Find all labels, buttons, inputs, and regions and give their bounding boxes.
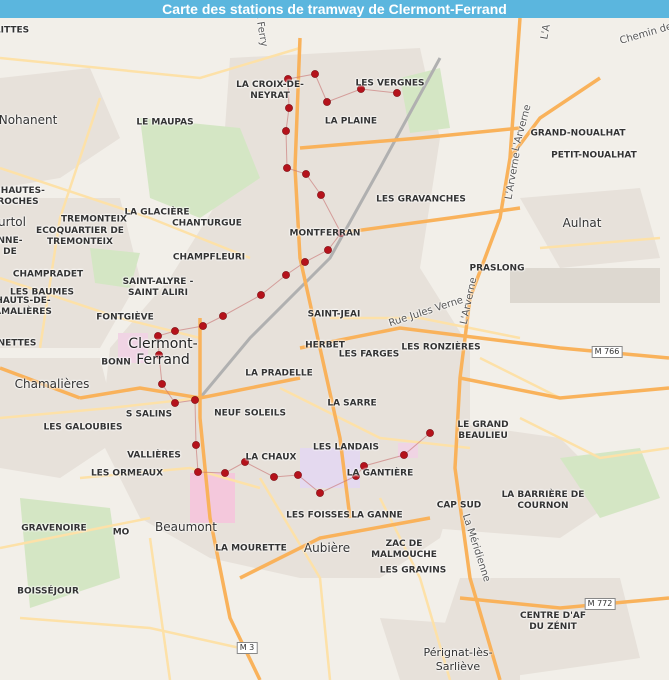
district-label-gravins: LES GRAVINS [379,565,447,576]
district-label-maupas: LE MAUPAS [136,117,194,128]
road-shield-m772: M 772 [584,598,616,610]
district-label-ronzieres: LES RONZIÈRES [401,342,481,353]
district-label-salins: S SALINS [125,409,173,420]
city-label-aubiere: Aubière [303,541,351,555]
tram-station-marker[interactable] [158,380,166,388]
district-label-saint-alyre: SAINT-ALYRE - SAINT ALIRI [122,277,194,298]
city-label-clermont-ferrand: Clermont- Ferrand [128,336,198,368]
tram-station-marker[interactable] [426,429,434,437]
district-label-croix-de-neyrat: LA CROIX-DE- NEYRAT [236,80,304,101]
district-label-champradet: CHAMPRADET [12,269,84,280]
tram-station-marker[interactable] [311,70,319,78]
district-label-littes: LITTES [0,25,30,36]
district-label-boisseujour: BOISSÉJOUR [17,586,79,597]
tram-station-marker[interactable] [283,164,291,172]
tram-station-marker[interactable] [294,471,302,479]
district-label-farges: LES FARGES [338,349,400,360]
district-label-ecoquartier: ECOQUARTIER DE TREMONTEIX [36,226,124,247]
district-label-fontgieve: FONTGIÈVE [96,312,154,323]
district-label-plaine: LA PLAINE [324,116,378,127]
road-shield-m766: M 766 [591,346,623,358]
district-label-grand-beaulieu: LE GRAND BEAULIEU [457,420,509,441]
tram-station-marker[interactable] [282,271,290,279]
tram-station-marker[interactable] [302,170,310,178]
tram-station-marker[interactable] [199,322,207,330]
district-label-pradelle: LA PRADELLE [245,368,313,379]
tram-station-marker[interactable] [194,468,202,476]
tram-station-marker[interactable] [285,104,293,112]
tram-station-marker[interactable] [257,291,265,299]
tram-station-marker[interactable] [221,469,229,477]
tram-station-marker[interactable] [393,89,401,97]
district-label-hautes-roches: S HAUTES- ROCHES [0,186,45,207]
tram-station-marker[interactable] [317,191,325,199]
map-title: Carte des stations de tramway de Clermon… [0,0,669,18]
district-label-glaciere: LA GLACIÈRE [124,207,190,218]
district-label-cap-sud: CAP SUD [436,500,482,511]
city-label-perignat: Pérignat-lès- Sarliève [423,646,493,673]
district-label-champfleuri: CHAMPFLEURI [172,252,246,263]
district-label-anne: NNE- DE [0,236,23,257]
district-label-grand-noualhat: GRAND-NOUALHAT [530,128,626,139]
district-label-nettes: NETTES [0,338,37,349]
road-shield-m3: M 3 [236,642,258,654]
tram-station-marker[interactable] [270,473,278,481]
district-label-gravanches: LES GRAVANCHES [376,194,466,205]
district-label-bonn: BONN [101,357,131,368]
district-label-chaux: LA CHAUX [245,452,297,463]
district-label-sarre: LA SARRE [327,398,377,409]
urban-areas [0,48,660,680]
district-label-foisses: LES FOISSES [286,510,350,521]
tram-station-marker[interactable] [301,258,309,266]
district-label-vallieres: VALLIÈRES [127,450,181,461]
city-label-chamalieres: Chamalières [14,377,90,391]
district-label-landais: LES LANDAIS [313,442,379,453]
tram-station-marker[interactable] [323,98,331,106]
tram-station-marker[interactable] [316,489,324,497]
district-label-hauts-de-chamalieres: HAUTS-DE- AMALIÈRES [0,296,52,317]
district-label-barriere-cournon: LA BARRIÈRE DE COURNON [501,490,585,511]
city-label-nohanent: Nohanent [0,113,58,127]
tram-station-marker[interactable] [282,127,290,135]
district-label-malmouche: ZAC DE MALMOUCHE [371,539,437,560]
district-label-vergnes: LES VERGNES [355,78,425,89]
city-label-beaumont: Beaumont [155,520,217,534]
district-label-mo: MO [112,527,130,538]
district-label-praslong: PRASLONG [469,263,525,274]
district-label-galoubies: LES GALOUBIES [43,422,123,433]
district-label-neuf-soleils: NEUF SOLEILS [214,408,286,419]
tram-station-marker[interactable] [171,399,179,407]
city-label-aulnat: Aulnat [562,216,602,230]
tram-station-marker[interactable] [192,441,200,449]
district-label-gantiere: LA GANTIÈRE [346,468,414,479]
tram-station-marker[interactable] [171,327,179,335]
district-label-tremonteix: TREMONTEIX [61,214,127,225]
district-label-montferrand: MONTFERRAN [289,228,361,239]
district-label-ganne: LA GANNE [351,510,403,521]
tram-station-marker[interactable] [400,451,408,459]
district-label-gravenoire: GRAVENOIRE [21,523,87,534]
tram-station-marker[interactable] [219,312,227,320]
district-label-chanturgue: CHANTURGUE [172,218,242,229]
district-label-petit-noualhat: PETIT-NOUALHAT [551,150,637,161]
district-label-ormeaux: LES ORMEAUX [90,468,164,479]
tram-station-marker[interactable] [324,246,332,254]
district-label-centre-affaires: CENTRE D'AF DU ZÉNIT [520,611,586,632]
city-label-durtol: urtol [0,215,26,229]
district-label-mourette: LA MOURETTE [215,543,287,554]
tram-station-marker[interactable] [191,396,199,404]
map-canvas[interactable]: Clermont- Ferrand Chamalières Beaumont A… [0,18,669,680]
district-label-saint-jean: SAINT-JEAI [307,309,361,320]
